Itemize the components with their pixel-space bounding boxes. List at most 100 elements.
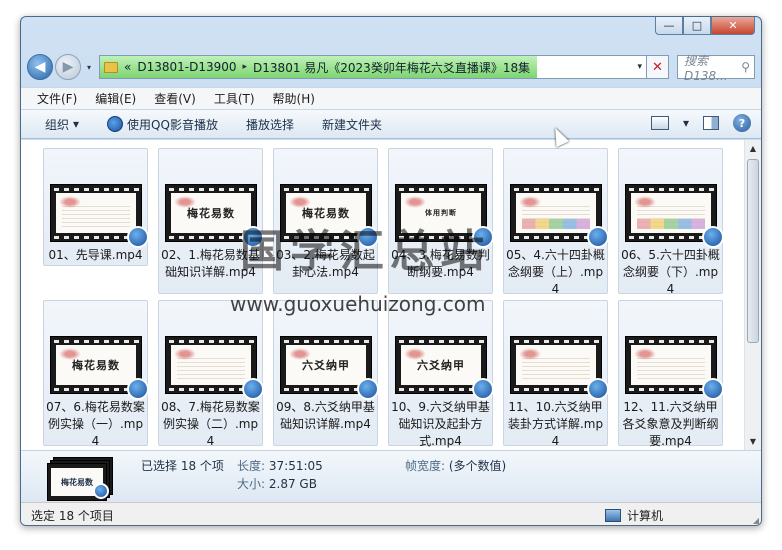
breadcrumb-separator-icon[interactable]: ▸ [243,62,248,72]
menu-edit[interactable]: 编辑(E) [95,90,136,107]
menu-file[interactable]: 文件(F) [37,90,77,107]
file-name: 12、11.六爻纳甲各爻象意及判断纲要.mp4 [622,400,719,448]
film-strip-holes [396,338,486,344]
folder-icon [104,61,118,73]
film-strip-holes [511,338,601,344]
film-strip-holes [281,186,371,192]
qq-video-badge-icon [242,378,264,400]
scroll-down-arrow[interactable]: ▼ [745,433,761,450]
breadcrumb-current[interactable]: D13801 易凡《2023癸卯年梅花六爻直播课》18集 [253,59,530,76]
film-strip-holes [511,186,601,192]
film-strip-holes [626,338,716,344]
file-item[interactable]: 梅花易数 07、6.梅花易数案例实操（一）.mp4 [43,300,149,448]
film-strip-holes [51,186,141,192]
menu-tools[interactable]: 工具(T) [214,90,255,107]
breadcrumb-overflow[interactable]: « [124,60,131,74]
file-name: 01、先导课.mp4 [48,248,143,262]
watermark-text: 国学汇总站 [240,226,490,277]
play-selection-button[interactable]: 播放选择 [246,116,294,133]
preview-pane-icon[interactable] [703,116,719,130]
film-strip-holes [166,186,256,192]
new-folder-label: 新建文件夹 [321,117,382,132]
stop-button[interactable]: ✕ [647,55,669,79]
film-strip-holes [626,186,716,192]
file-name: 06、5.六十四卦概念纲要（下）.mp4 [621,248,720,296]
file-item[interactable]: 05、4.六十四卦概念纲要（上）.mp4 [503,148,609,296]
play-with-qq-label: 使用QQ影音播放 [127,117,218,132]
details-frame-width: 帧宽度: (多个数值) [405,457,506,474]
thumbnail-frame: 六爻纳甲 [401,345,481,385]
details-size: 大小: 2.87 GB [237,475,317,492]
file-name: 05、4.六十四卦概念纲要（上）.mp4 [506,248,605,296]
thumbnail-frame [516,345,596,385]
vertical-scrollbar[interactable]: ▲ ▼ [744,140,761,450]
menu-help[interactable]: 帮助(H) [273,90,315,107]
qq-video-badge-icon [93,483,109,499]
forward-button[interactable]: ▶ [55,54,81,80]
frame-width-label: 帧宽度: [405,459,446,473]
maximize-button[interactable]: □ [683,17,711,35]
film-strip-holes [166,338,256,344]
view-options-chevron-icon[interactable]: ▾ [683,116,689,130]
thumbnail-frame [631,193,711,233]
caption-buttons: — □ ✕ [655,17,755,35]
recent-pages-dropdown[interactable]: ▾ [83,63,95,72]
file-item[interactable]: 11、10.六爻纳甲装卦方式详解.mp4 [503,300,609,448]
size-label: 大小: [237,477,266,491]
file-item[interactable]: 12、11.六爻纳甲各爻象意及判断纲要.mp4 [618,300,724,448]
thumbnail-frame [516,193,596,233]
view-options-icon[interactable] [650,116,669,130]
length-value: 37:51:05 [268,459,323,473]
file-item[interactable]: 06、5.六十四卦概念纲要（下）.mp4 [618,148,724,296]
resize-grip-icon[interactable]: ◢ [753,516,759,525]
file-item[interactable]: 六爻纳甲 10、9.六爻纳甲基础知识及起卦方式.mp4 [388,300,494,448]
breadcrumb-parent[interactable]: D13801-D13900 [137,60,236,74]
new-folder-button[interactable]: 新建文件夹 [322,116,382,133]
file-name: 10、9.六爻纳甲基础知识及起卦方式.mp4 [391,400,490,448]
thumbnail-frame [631,345,711,385]
qq-video-badge-icon [472,378,494,400]
file-name: 09、8.六爻纳甲基础知识详解.mp4 [276,400,375,431]
organize-button[interactable]: 组织 ▾ [45,116,79,133]
details-pane: 梅花易数 已选择 18 个项 长度: 37:51:05 大小: 2.87 GB … [21,450,761,502]
search-input[interactable]: 搜索 D138... ⚲ [677,54,755,83]
computer-icon [605,508,621,522]
scroll-thumb[interactable] [747,159,759,343]
search-placeholder: 搜索 D138... [684,53,728,83]
address-bar[interactable]: « D13801-D13900 ▸ D13801 易凡《2023癸卯年梅花六爻直… [99,55,647,79]
qq-video-badge-icon [127,226,149,248]
thumbnail-frame [56,193,136,233]
file-item[interactable]: 08、7.梅花易数案例实操（二）.mp4 [158,300,264,448]
file-name: 11、10.六爻纳甲装卦方式详解.mp4 [507,400,604,448]
details-selected-count: 已选择 18 个项 [141,459,224,473]
selection-thumbnail-stack: 梅花易数 [47,457,113,501]
status-selection-text: 选定 18 个项目 [31,508,114,523]
file-item[interactable]: 六爻纳甲 09、8.六爻纳甲基础知识详解.mp4 [273,300,379,446]
thumbnail-frame: 梅花易数 [56,345,136,385]
address-dropdown-icon[interactable]: ▾ [637,62,642,72]
scroll-up-arrow[interactable]: ▲ [745,140,761,157]
play-selection-label: 播放选择 [245,117,294,132]
minimize-button[interactable]: — [655,17,683,35]
thumbnail-frame: 六爻纳甲 [286,345,366,385]
qq-video-badge-icon [587,378,609,400]
details-length: 长度: 37:51:05 [237,457,323,474]
status-location-text: 计算机 [627,508,664,523]
qq-video-badge-icon [587,226,609,248]
command-bar: 组织 ▾ 使用QQ影音播放 播放选择 新建文件夹 ▾ ? [21,109,761,139]
thumbnail-frame [171,345,251,385]
film-strip-holes [396,186,486,192]
file-item[interactable]: 01、先导课.mp4 [43,148,149,266]
menu-view[interactable]: 查看(V) [154,90,196,107]
navigation-row: ◀ ▶ ▾ « D13801-D13900 ▸ D13801 易凡《2023癸卯… [27,53,755,83]
search-icon[interactable]: ⚲ [741,60,750,74]
back-button[interactable]: ◀ [27,54,53,80]
frame-width-value: (多个数值) [448,459,507,473]
qq-player-icon [107,116,124,132]
chevron-down-icon: ▾ [73,117,80,131]
play-with-qq-button[interactable]: 使用QQ影音播放 [107,116,218,133]
thumbnail-frame: 梅花易数 [171,193,251,233]
close-button[interactable]: ✕ [711,17,755,35]
help-icon[interactable]: ? [733,114,751,132]
file-name: 07、6.梅花易数案例实操（一）.mp4 [46,400,145,448]
